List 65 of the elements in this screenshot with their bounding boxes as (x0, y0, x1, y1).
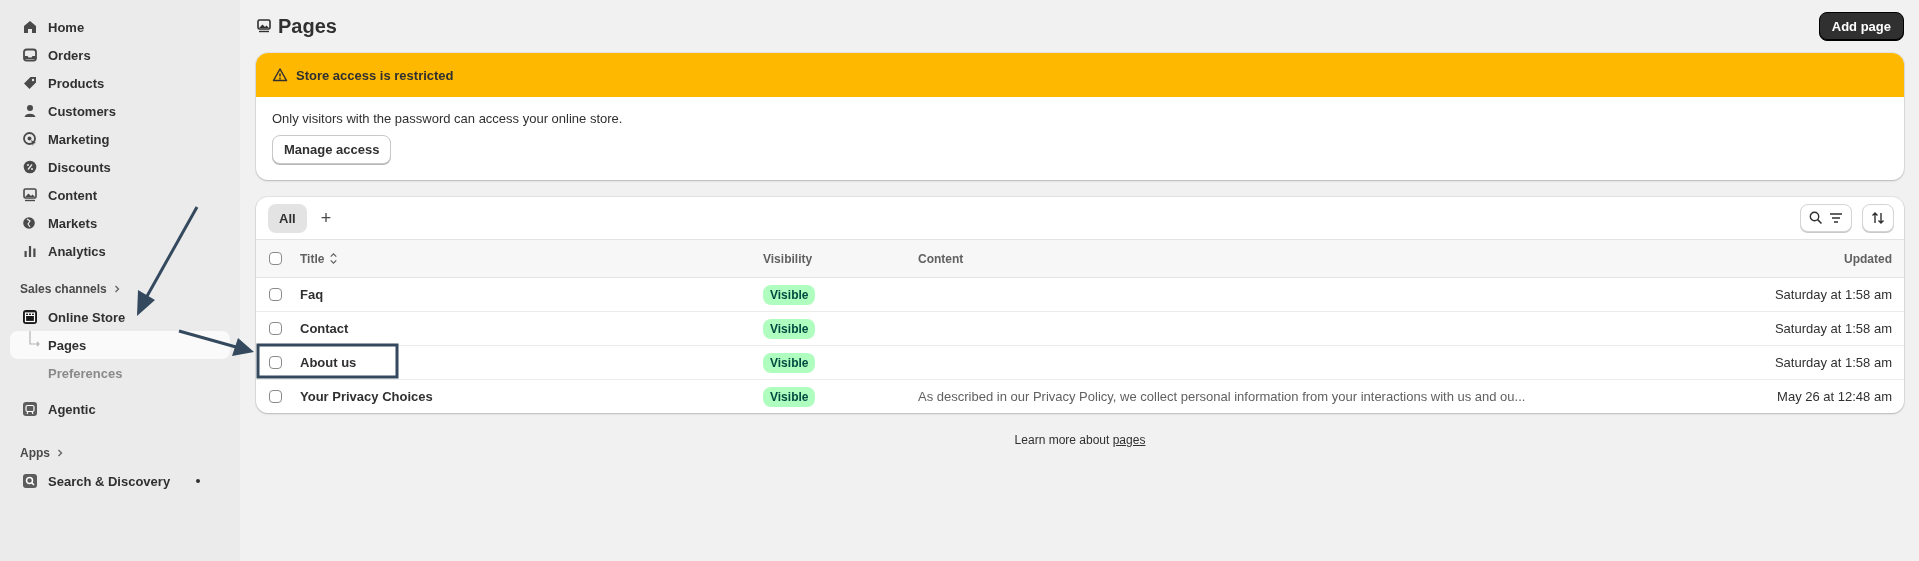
tag-icon (22, 75, 38, 91)
visibility-badge: Visible (763, 352, 816, 373)
sidebar-item[interactable]: Customers (10, 97, 230, 125)
image-icon (22, 187, 38, 203)
updated-cell-text: Saturday at 1:58 am (1774, 287, 1893, 302)
column-header[interactable]: Title (300, 251, 325, 266)
search-icon (1808, 210, 1824, 226)
column-header: Visibility (763, 251, 814, 266)
page-title-cell[interactable]: Contact (300, 321, 763, 336)
updated-cell-text: Saturday at 1:58 am (1774, 321, 1893, 336)
banner-message: Only visitors with the password can access your online store. (272, 111, 623, 126)
sidebar-item[interactable]: Markets (10, 209, 230, 237)
column-header: Content (918, 251, 965, 266)
manage-access-button[interactable]: Manage access (272, 135, 392, 164)
sidebar-item[interactable]: Products (10, 69, 230, 97)
row-checkbox[interactable] (269, 356, 282, 369)
page-title-cell[interactable]: Faq (300, 287, 763, 302)
search-icon (22, 473, 38, 489)
row-checkbox[interactable] (269, 288, 282, 301)
column-header: Updated (1844, 251, 1893, 266)
pages-link[interactable]: pages (1112, 433, 1146, 447)
target-icon (22, 131, 38, 147)
filter-icon (1828, 210, 1844, 226)
footer-text: Learn more about pages (1014, 433, 1146, 447)
sidebar-item[interactable]: Analytics (10, 237, 230, 265)
content-cell-text: As described in our Privacy Policy, we collect personal information from your interactions with us and ou... (918, 389, 1527, 404)
sort-icon (1870, 210, 1886, 226)
visibility-badge: Visible (763, 284, 816, 305)
section-heading[interactable]: Apps (20, 446, 50, 460)
select-all-checkbox[interactable] (269, 252, 282, 265)
sidebar-item[interactable]: Orders (10, 41, 230, 69)
sidebar-item[interactable]: Content (10, 181, 230, 209)
visibility-badge: Visible (763, 318, 816, 339)
search-filter-button[interactable] (1800, 204, 1852, 232)
view-tab[interactable]: All (268, 203, 307, 233)
home-icon (22, 19, 38, 35)
row-checkbox[interactable] (269, 322, 282, 335)
sidebar-item[interactable]: Online Store (10, 303, 230, 331)
section-heading[interactable]: Sales channels (20, 282, 107, 296)
add-page-button[interactable]: Add page (1818, 11, 1904, 41)
page-title-cell[interactable]: Your Privacy Choices (300, 389, 763, 404)
updated-cell-text: May 26 at 12:48 am (1777, 389, 1893, 404)
chevron-right-icon (112, 284, 121, 294)
sidebar-item[interactable]: Marketing (10, 125, 230, 153)
row-checkbox[interactable] (269, 390, 282, 403)
visibility-badge: Visible (763, 386, 816, 407)
updated-cell-text: Saturday at 1:58 am (1774, 355, 1893, 370)
sidebar-item[interactable]: Search & Discovery (10, 467, 230, 495)
warning-icon (272, 67, 288, 83)
chevron-right-icon (56, 448, 64, 458)
store-icon (22, 309, 38, 325)
bar-chart-icon (22, 243, 38, 259)
sidebar-item[interactable]: Agentic (10, 395, 230, 423)
page-title-cell[interactable]: About us (300, 355, 763, 370)
sidebar-subitem[interactable]: Pages (10, 331, 230, 359)
sort-button[interactable] (1862, 204, 1894, 232)
add-view-button[interactable]: + (316, 207, 336, 229)
person-icon (22, 103, 38, 119)
sidebar-item[interactable]: Discounts (10, 153, 230, 181)
sidebar-item[interactable]: Home (10, 13, 230, 41)
banner-title: Store access is restricted (296, 67, 454, 83)
discount-icon (22, 159, 38, 175)
tray-icon (22, 47, 38, 63)
image-icon (256, 18, 272, 34)
page-title: Pages (278, 14, 337, 38)
